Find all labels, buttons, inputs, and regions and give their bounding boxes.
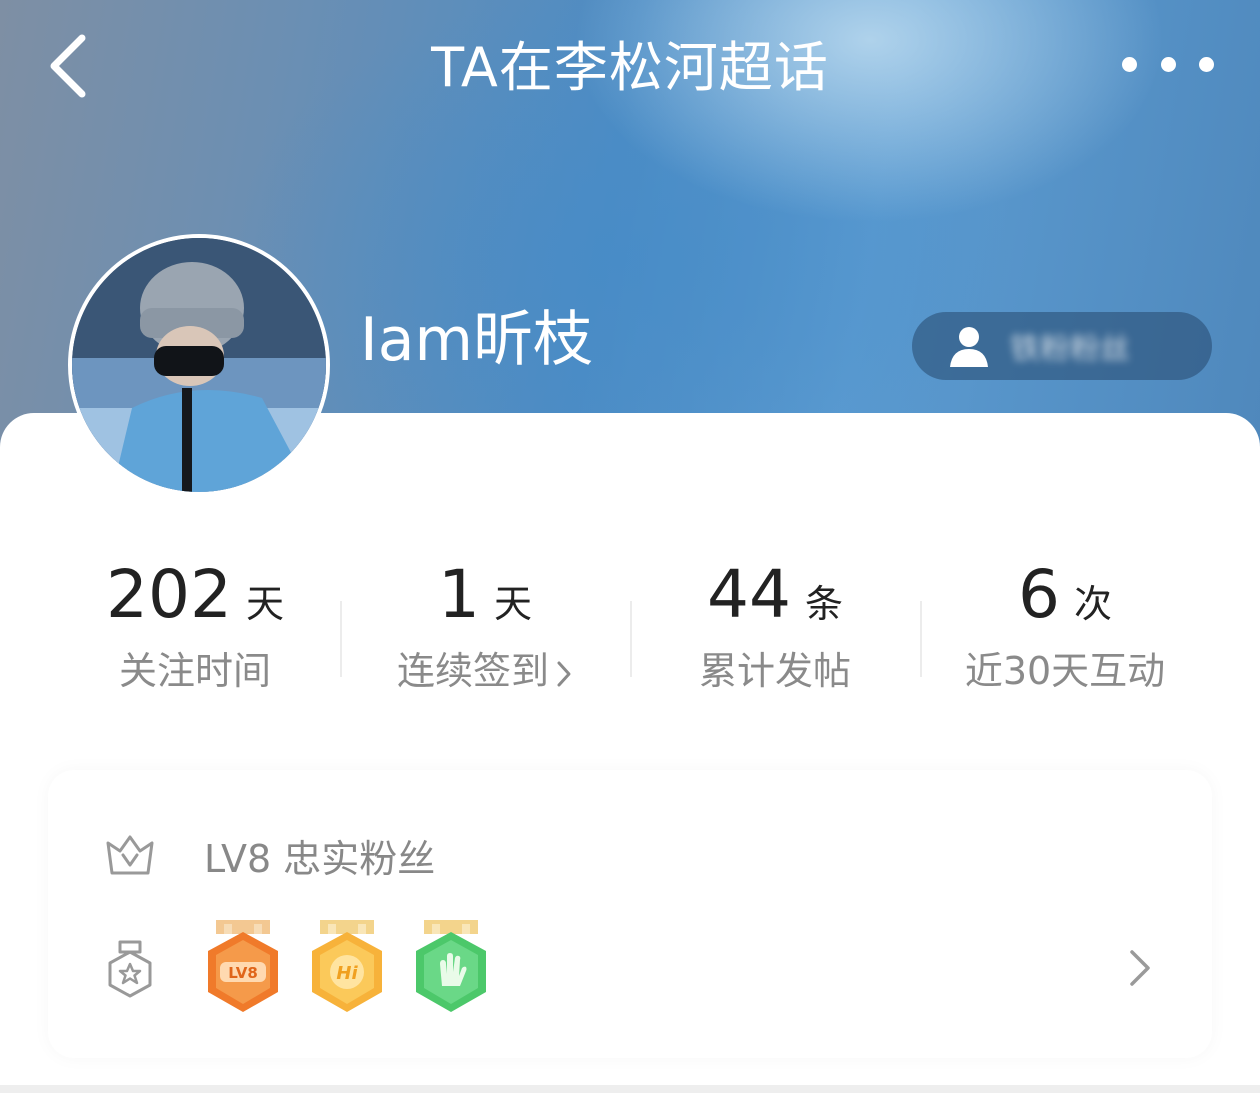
more-dots-icon	[1122, 56, 1137, 72]
stat-unit: 天	[493, 582, 532, 626]
avatar-photo	[72, 238, 326, 492]
level-text: LV8 忠实粉丝	[204, 836, 436, 881]
hand-badge[interactable]	[412, 920, 490, 1016]
fan-pill-text: 铁粉粉丝	[1010, 332, 1130, 367]
stat-checkin[interactable]: 1天 连续签到	[340, 555, 630, 715]
lv8-badge[interactable]: LV8	[204, 920, 282, 1016]
stat-value: 202	[106, 556, 232, 633]
crown-v-icon	[106, 835, 154, 875]
stat-unit: 次	[1073, 582, 1112, 626]
stat-value: 1	[437, 556, 480, 633]
hi-badge[interactable]: Hi	[308, 920, 386, 1016]
avatar[interactable]	[68, 234, 330, 496]
level-row: LV8 忠实粉丝	[104, 820, 435, 890]
stat-unit: 天	[245, 582, 284, 626]
stat-label: 累计发帖	[698, 649, 851, 693]
fan-pill[interactable]: 铁粉粉丝	[912, 312, 1212, 380]
chevron-right-icon	[557, 661, 571, 686]
stat-value: 44	[707, 556, 791, 633]
stat-value: 6	[1017, 556, 1060, 633]
stat-label: 关注时间	[118, 649, 271, 693]
stats-row: 202 天 关注时间 1天 连续签到 44 条 累计发帖 6次 近30天互动	[50, 555, 1210, 715]
badge-text: Hi	[336, 963, 358, 984]
back-button[interactable]	[36, 30, 100, 102]
username[interactable]: Iam昕枝	[360, 300, 593, 380]
stat-follow-time: 202 天 关注时间	[50, 555, 340, 715]
badge-row: LV8 Hi	[104, 918, 490, 1018]
top-bar: TA在李松河超话	[0, 0, 1260, 130]
badge-list: LV8 Hi	[204, 920, 490, 1016]
more-dots-icon	[1160, 56, 1176, 72]
medal-star-icon	[108, 940, 152, 998]
chevron-left-icon	[50, 34, 86, 98]
stat-unit: 条	[804, 582, 843, 626]
stat-posts: 44 条 累计发帖	[630, 555, 920, 715]
more-dots-icon	[1199, 56, 1214, 72]
chevron-right-icon[interactable]	[1120, 948, 1160, 988]
stat-interactions: 6次 近30天互动	[920, 555, 1210, 715]
bottom-divider	[0, 1085, 1260, 1093]
stat-label: 近30天互动	[964, 649, 1166, 693]
more-button[interactable]	[1122, 40, 1214, 88]
stat-label: 连续签到	[396, 649, 549, 693]
badge-text: LV8	[228, 964, 258, 982]
person-icon	[950, 327, 988, 367]
page-title: TA在李松河超话	[431, 36, 829, 99]
level-card[interactable]: LV8 忠实粉丝 LV8 Hi	[48, 770, 1212, 1058]
